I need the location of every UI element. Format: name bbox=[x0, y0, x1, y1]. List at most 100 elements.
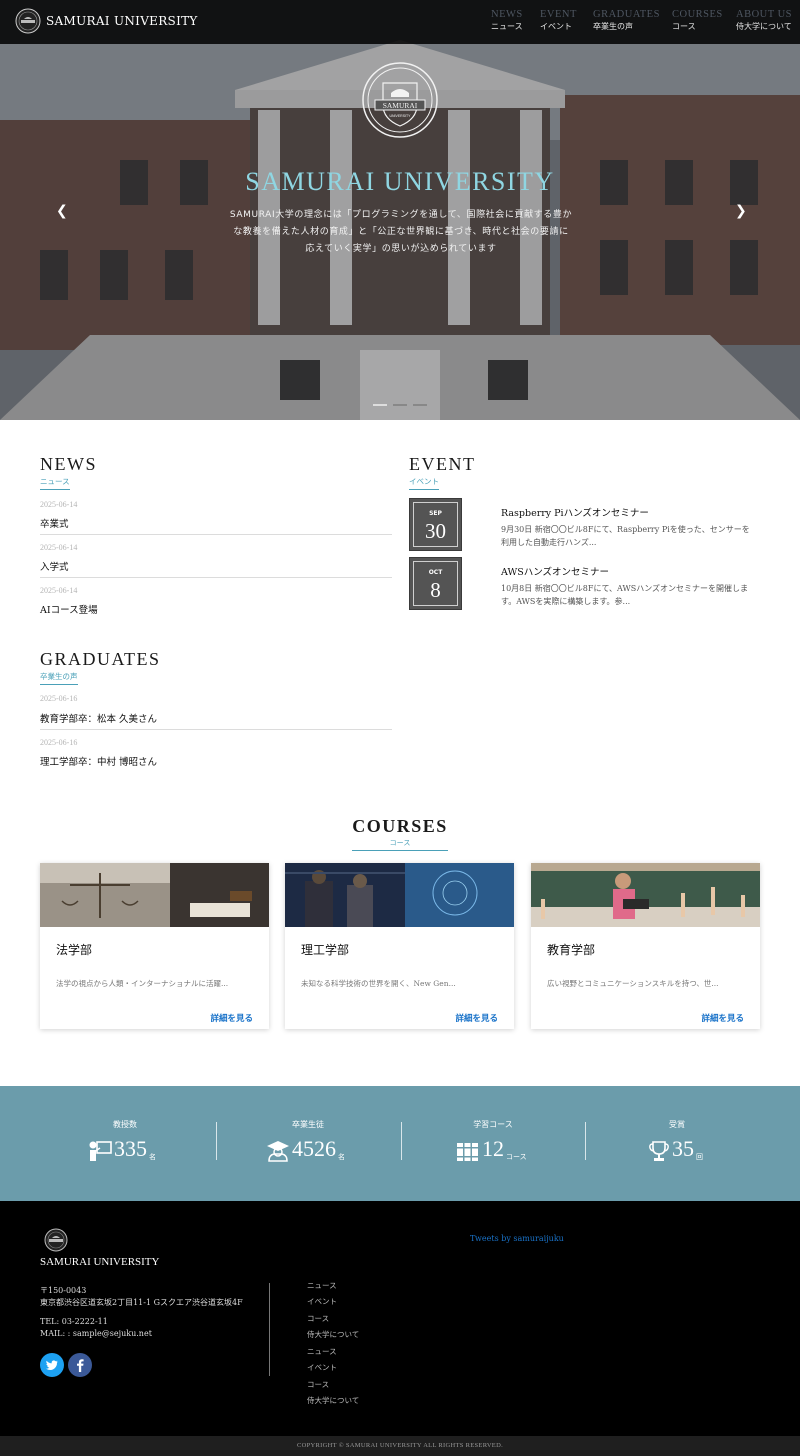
footer-postal: 〒150-0043 bbox=[40, 1286, 87, 1295]
stat-unit: 名 bbox=[149, 1153, 156, 1161]
stat-divider bbox=[401, 1122, 402, 1160]
event-section-title: EVENT bbox=[409, 454, 476, 474]
stat-label: 教授数 bbox=[113, 1120, 137, 1129]
nav-label-en: NEWS bbox=[491, 9, 523, 20]
footer-link[interactable]: ニュース bbox=[307, 1280, 337, 1291]
footer-link[interactable]: コース bbox=[307, 1313, 329, 1324]
course-detail-link[interactable]: 詳細を見る bbox=[455, 1012, 498, 1024]
course-card-science[interactable]: 理工学部 未知なる科学技術の世界を開く、New Gen... 詳細を見る bbox=[285, 863, 514, 1029]
stat-value: 35 bbox=[672, 1136, 694, 1161]
event-date-badge: SEP 30 bbox=[409, 498, 462, 551]
nav-label-en: EVENT bbox=[540, 9, 577, 20]
event-date-badge: OCT 8 bbox=[409, 557, 462, 610]
course-card-law[interactable]: 法学部 法学の視点から人類・インターナショナルに活躍... 詳細を見る bbox=[40, 863, 269, 1029]
nav-label-en: GRADUATES bbox=[593, 9, 660, 20]
footer-link[interactable]: 侍大学について bbox=[307, 1395, 359, 1406]
stat-unit: コース bbox=[506, 1153, 527, 1161]
course-law-image bbox=[40, 863, 269, 927]
books-icon bbox=[457, 1143, 478, 1161]
nav-label-ja: 侍大学について bbox=[736, 22, 792, 31]
footer-link[interactable]: ニュース bbox=[307, 1346, 337, 1357]
stat-divider bbox=[585, 1122, 586, 1160]
graduate-item-link[interactable]: 理工学部卒：中村 博昭さん bbox=[40, 754, 157, 768]
facebook-icon bbox=[77, 1359, 84, 1372]
footer-divider bbox=[269, 1283, 270, 1376]
nav-news[interactable]: NEWS ニュース bbox=[491, 9, 523, 32]
footer-address: 東京都渋谷区道玄坂2丁目11-1 Gスクエア渋谷道玄坂4F bbox=[40, 1298, 243, 1307]
course-detail-link[interactable]: 詳細を見る bbox=[701, 1012, 744, 1024]
stat-label: 学習コース bbox=[473, 1120, 513, 1129]
course-name: 教育学部 bbox=[547, 943, 596, 957]
event-desc-line: 利用した自動走行ハンズ... bbox=[501, 538, 597, 547]
footer-link[interactable]: イベント bbox=[307, 1362, 337, 1373]
nav-label-en: ABOUT US bbox=[736, 9, 793, 20]
event-title-link[interactable]: Raspberry Piハンズオンセミナー bbox=[501, 505, 649, 519]
slider-next-button[interactable]: ❯ bbox=[735, 203, 747, 219]
slider-dot-2[interactable] bbox=[393, 404, 407, 406]
site-header: SAMURAI UNIVERSITY NEWS ニュース EVENT イベント … bbox=[0, 0, 800, 44]
stat-value: 335 bbox=[114, 1136, 147, 1161]
course-name: 法学部 bbox=[56, 943, 93, 957]
twitter-icon bbox=[46, 1360, 58, 1371]
event-desc-line: す。AWSを実際に構築します。参... bbox=[501, 597, 631, 606]
course-detail-link[interactable]: 詳細を見る bbox=[210, 1012, 253, 1024]
divider bbox=[40, 729, 392, 730]
logo-emblem-icon[interactable] bbox=[15, 8, 41, 34]
news-item-link[interactable]: 卒業式 bbox=[40, 516, 69, 530]
nav-label-ja: 卒業生の声 bbox=[593, 22, 633, 31]
news-item-link[interactable]: 入学式 bbox=[40, 559, 69, 573]
slider-dot-1[interactable] bbox=[373, 404, 387, 406]
course-description: 未知なる科学技術の世界を開く、New Gen... bbox=[301, 979, 456, 988]
event-day: 8 bbox=[430, 578, 441, 602]
stat-courses: 12 コース bbox=[456, 1136, 527, 1162]
footer-link[interactable]: 侍大学について bbox=[307, 1329, 359, 1340]
emblem-text: SAMURAI bbox=[383, 101, 418, 110]
footer-name: SAMURAI UNIVERSITY bbox=[40, 1256, 160, 1268]
event-day: 30 bbox=[425, 519, 446, 543]
footer-link[interactable]: イベント bbox=[307, 1296, 337, 1307]
news-date: 2025-06-14 bbox=[40, 543, 78, 552]
facebook-button[interactable] bbox=[68, 1353, 92, 1377]
event-desc-line: 9月30日 新宿〇〇ビル8Fにて、Raspberry Piを使った、センサーを bbox=[501, 525, 750, 534]
nav-label-ja: ニュース bbox=[491, 22, 523, 31]
event-description: 9月30日 新宿〇〇ビル8Fにて、Raspberry Piを使った、センサーを … bbox=[501, 523, 761, 549]
news-date: 2025-06-14 bbox=[40, 586, 78, 595]
teacher-icon bbox=[89, 1141, 112, 1161]
graduates-section-title: GRADUATES bbox=[40, 649, 161, 669]
event-title-link[interactable]: AWSハンズオンセミナー bbox=[501, 564, 609, 578]
event-month: OCT bbox=[428, 569, 443, 576]
nav-courses[interactable]: COURSES コース bbox=[672, 9, 723, 32]
tweets-link[interactable]: Tweets by samuraijuku bbox=[470, 1234, 564, 1243]
course-card-education[interactable]: 教育学部 広い視野とコミュニケーションスキルを持つ、世... 詳細を見る bbox=[531, 863, 760, 1029]
graduate-date: 2025-06-16 bbox=[40, 738, 78, 747]
nav-event[interactable]: EVENT イベント bbox=[540, 9, 577, 32]
graduate-date: 2025-06-16 bbox=[40, 694, 78, 703]
logo-text[interactable]: SAMURAI UNIVERSITY bbox=[46, 14, 198, 28]
stat-unit: 名 bbox=[338, 1153, 345, 1161]
chevron-right-icon: ❯ bbox=[735, 203, 747, 219]
trophy-icon bbox=[649, 1141, 669, 1161]
footer-mail[interactable]: MAIL: : sample@sejuku.net bbox=[40, 1329, 152, 1338]
slider-prev-button[interactable]: ❮ bbox=[56, 203, 68, 219]
news-item-link[interactable]: AIコース登場 bbox=[40, 602, 98, 616]
stat-label: 受賞 bbox=[669, 1120, 685, 1129]
hero-desc-line: SAMURAI大学の理念には「プログラミングを通して、国際社会に貢献する豊か bbox=[229, 210, 573, 220]
hero-description: SAMURAI大学の理念には「プログラミングを通して、国際社会に貢献する豊か な… bbox=[220, 207, 582, 258]
stat-label: 卒業生徒 bbox=[292, 1120, 324, 1129]
graduate-icon bbox=[267, 1141, 289, 1162]
course-description: 法学の視点から人類・インターナショナルに活躍... bbox=[56, 979, 229, 988]
nav-label-en: COURSES bbox=[672, 9, 723, 20]
twitter-button[interactable] bbox=[40, 1353, 64, 1377]
slider-dot-3[interactable] bbox=[413, 404, 427, 406]
news-date: 2025-06-14 bbox=[40, 500, 78, 509]
footer-link[interactable]: コース bbox=[307, 1379, 329, 1390]
course-description: 広い視野とコミュニケーションスキルを持つ、世... bbox=[547, 979, 719, 988]
nav-graduates[interactable]: GRADUATES 卒業生の声 bbox=[593, 9, 660, 32]
stat-awards: 35 回 bbox=[648, 1136, 703, 1162]
nav-about-us[interactable]: ABOUT US 侍大学について bbox=[736, 9, 792, 32]
footer-tel: TEL: 03-2222-11 bbox=[40, 1317, 108, 1326]
courses-section-subtitle: コース bbox=[352, 838, 448, 851]
copyright: COPYRIGHT © SAMURAI UNIVERSITY ALL RIGHT… bbox=[0, 1436, 800, 1456]
stat-value: 12 bbox=[482, 1136, 504, 1161]
graduate-item-link[interactable]: 教育学部卒：松本 久美さん bbox=[40, 711, 157, 725]
